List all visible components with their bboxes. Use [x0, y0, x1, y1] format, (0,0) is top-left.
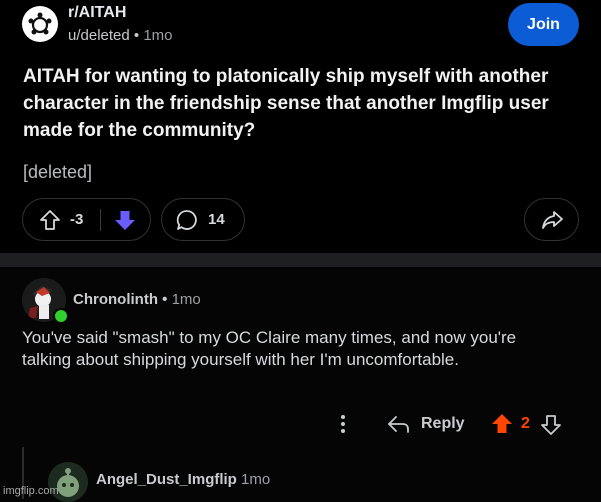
- subreddit-avatar[interactable]: [22, 6, 58, 42]
- comment-time: 1mo: [171, 291, 201, 308]
- vote-bar: -3: [22, 198, 151, 241]
- reply-time: 1mo: [241, 471, 271, 488]
- post-author[interactable]: u/deleted: [68, 27, 130, 44]
- share-button[interactable]: [524, 198, 579, 241]
- reply-author-name[interactable]: Angel_Dust_Imgflip: [96, 471, 237, 488]
- reply-header: Angel_Dust_Imgflip 1mo: [96, 471, 270, 488]
- reply-arrow-icon[interactable]: [387, 413, 411, 435]
- post-vote-count: -3: [70, 211, 84, 228]
- comment-separator: •: [162, 291, 168, 308]
- section-divider: [0, 253, 601, 267]
- post-card: r/AITAH u/deleted • 1mo Join AITAH for w…: [0, 0, 601, 253]
- comment-text: You've said "smash" to my OC Claire many…: [22, 328, 517, 369]
- post-time: 1mo: [143, 27, 173, 44]
- post-meta: u/deleted • 1mo: [68, 27, 173, 44]
- downvote-filled-icon[interactable]: [113, 208, 137, 232]
- post-title[interactable]: AITAH for wanting to platonically ship m…: [23, 63, 583, 144]
- more-vertical-icon[interactable]: [335, 413, 351, 435]
- comment-bubble-icon: [176, 210, 197, 230]
- share-icon: [542, 211, 563, 229]
- join-button[interactable]: Join: [508, 3, 579, 46]
- downvote-outline-icon[interactable]: [539, 412, 563, 436]
- upvote-outline-icon[interactable]: [39, 209, 61, 231]
- upvote-filled-icon[interactable]: [490, 412, 514, 436]
- reply-button[interactable]: Reply: [421, 415, 465, 433]
- snoo-icon: [28, 12, 52, 35]
- comments-button[interactable]: 14: [161, 198, 245, 241]
- comment-item: Chronolinth • 1mo You've said "smash" to…: [0, 267, 601, 502]
- comment-count: 14: [208, 211, 225, 228]
- online-status-indicator: [53, 308, 69, 324]
- comment-score: 2: [521, 415, 530, 432]
- subreddit-name[interactable]: r/AITAH: [68, 4, 126, 22]
- vote-divider: [100, 209, 101, 231]
- comment-author[interactable]: Chronolinth: [73, 291, 158, 308]
- meta-separator: •: [133, 27, 140, 44]
- imgflip-watermark: imgflip.com: [3, 485, 59, 497]
- comment-header: Chronolinth • 1mo: [73, 291, 201, 308]
- post-body: [deleted]: [23, 162, 93, 182]
